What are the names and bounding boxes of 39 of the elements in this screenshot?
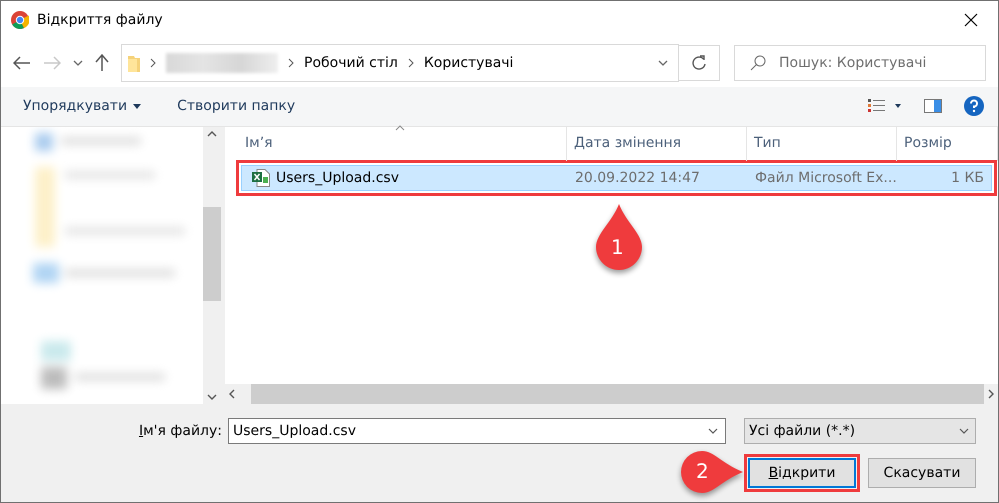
caret-down-icon [133, 104, 142, 109]
table-cell-text: Файл Microsoft Ex... [754, 170, 898, 186]
callout-marker: 2 [681, 451, 743, 493]
scroll-up-icon[interactable] [207, 131, 217, 138]
breadcrumb[interactable]: Робочий стіл [304, 54, 398, 71]
sort-up-icon [395, 125, 405, 132]
new-folder-button[interactable]: Створити папку [177, 94, 296, 118]
cancel-button[interactable]: Скасувати [868, 458, 976, 488]
scrollbar-thumb[interactable] [251, 384, 984, 404]
table-cell-text: 1 КБ [950, 170, 985, 186]
file-name-field[interactable]: Users_Upload.csv [228, 418, 726, 444]
search-field[interactable]: Пошук: Користувачі [734, 44, 986, 81]
spreadsheet-file-icon [252, 169, 270, 188]
chevron-right-icon [150, 58, 156, 68]
chevron-down-icon[interactable] [708, 428, 718, 434]
table-cell-text: 20.09.2022 14:47 [574, 170, 701, 186]
folder-icon [128, 54, 140, 72]
refresh-icon[interactable] [678, 44, 720, 81]
scroll-down-icon[interactable] [207, 394, 217, 400]
file-name: Users_Upload.csv [276, 170, 399, 186]
chevron-down-icon [959, 428, 969, 434]
help-icon[interactable] [964, 96, 984, 116]
callout-marker: 1 [594, 204, 644, 270]
window-title: Відкриття файлу [37, 12, 164, 28]
chevron-down-icon[interactable] [658, 60, 668, 66]
chevron-right-icon [408, 58, 414, 68]
view-list-icon[interactable] [868, 99, 902, 114]
search-icon [750, 54, 766, 71]
address-bar[interactable]: Робочий стіл Користувачі [121, 44, 679, 82]
chevron-right-icon [288, 58, 294, 68]
scroll-left-icon[interactable] [229, 389, 235, 400]
breadcrumb[interactable]: Користувачі [424, 54, 514, 71]
browser-logo-icon [11, 10, 29, 29]
scroll-right-icon[interactable] [988, 389, 994, 400]
organize-menu-button[interactable]: Упорядкувати [23, 94, 142, 118]
scrollbar-thumb[interactable] [203, 207, 221, 302]
file-type-dropdown[interactable]: Усі файли (*.*) [744, 418, 976, 444]
preview-pane-icon[interactable] [924, 99, 942, 114]
file-name-label: Ім'я файлу: [138, 423, 222, 440]
